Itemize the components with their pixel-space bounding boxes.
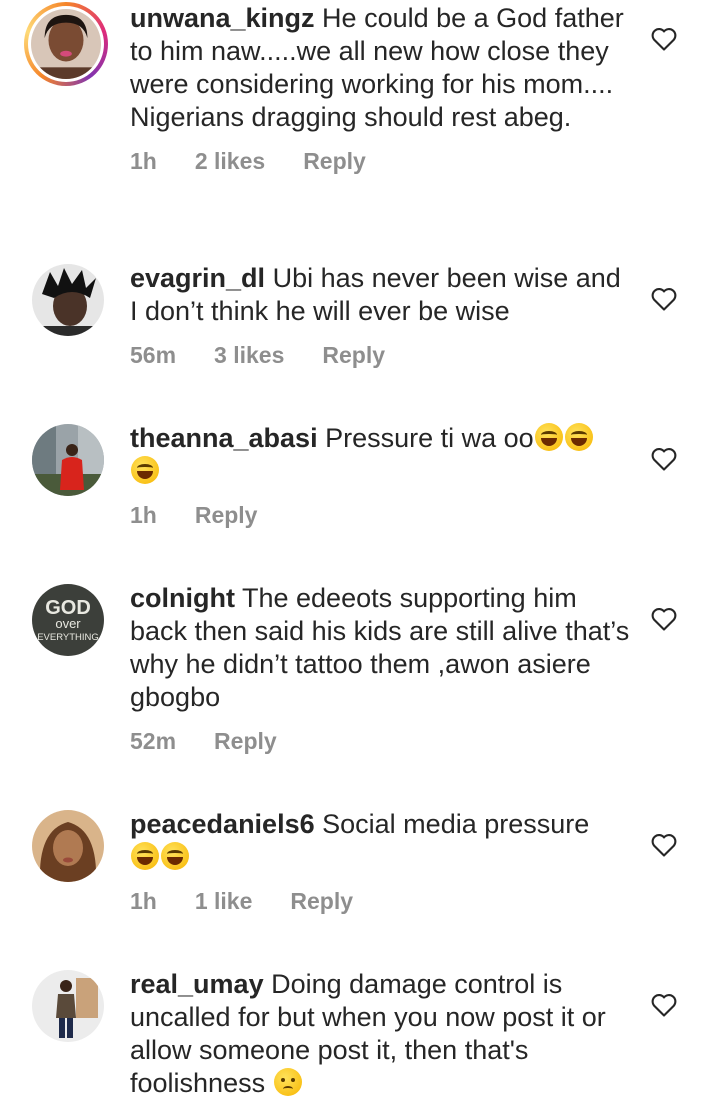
crying-emoji-icon xyxy=(273,1068,302,1096)
avatar-photo xyxy=(32,970,104,1042)
laughing-tears-emoji-icon xyxy=(161,842,189,870)
comment-text: real_umay Doing damage control is uncall… xyxy=(130,968,630,1100)
username[interactable]: real_umay xyxy=(130,969,264,999)
avatar-photo xyxy=(32,424,104,496)
avatar[interactable] xyxy=(24,2,108,86)
comment-text: colnight The edeeots supporting him back… xyxy=(130,582,630,714)
comment-body: Pressure ti wa oo xyxy=(325,423,534,453)
comment-meta: 1h 1 like Reply xyxy=(130,888,630,916)
reply-button[interactable]: Reply xyxy=(214,728,277,755)
reply-button[interactable]: Reply xyxy=(322,342,385,369)
avatar[interactable] xyxy=(32,424,104,496)
avatar-photo: GOD over EVERYTHING xyxy=(32,584,104,656)
comment-meta: 1h Reply xyxy=(130,502,630,530)
laughing-tears-emoji-icon xyxy=(534,423,563,451)
timestamp: 1h xyxy=(130,148,157,174)
likes-count[interactable]: 3 likes xyxy=(214,342,284,369)
laughing-tears-emoji-icon xyxy=(564,423,593,451)
laughing-tears-emoji-icon xyxy=(131,842,159,870)
username[interactable]: unwana_kingz xyxy=(130,3,315,33)
comment-text: theanna_abasi Pressure ti wa oo xyxy=(130,422,630,488)
comment-list: unwana_kingz He could be a God father to… xyxy=(0,0,720,1105)
username[interactable]: peacedaniels6 xyxy=(130,809,315,839)
username[interactable]: theanna_abasi xyxy=(130,423,318,453)
comment-text: peacedaniels6 Social media pressure xyxy=(130,808,630,874)
likes-count[interactable]: 1 like xyxy=(195,888,253,915)
reply-button[interactable]: Reply xyxy=(290,888,353,915)
comment-text: unwana_kingz He could be a God father to… xyxy=(130,2,630,134)
heart-outline-icon[interactable] xyxy=(650,286,678,312)
timestamp: 56m xyxy=(130,342,177,368)
heart-outline-icon[interactable] xyxy=(650,832,678,858)
avatar[interactable] xyxy=(32,810,104,882)
heart-outline-icon[interactable] xyxy=(650,446,678,472)
laughing-tears-emoji-icon xyxy=(131,456,159,484)
timestamp: 1h xyxy=(130,888,157,914)
avatar[interactable] xyxy=(32,970,104,1042)
likes-count[interactable]: 2 likes xyxy=(195,148,265,175)
timestamp: 52m xyxy=(130,728,177,754)
heart-outline-icon[interactable] xyxy=(650,26,678,52)
comment-meta: 56m 3 likes Reply xyxy=(130,342,630,370)
avatar-text-everything: EVERYTHING xyxy=(37,632,99,643)
avatar-photo xyxy=(32,264,104,336)
avatar-text-over: over xyxy=(55,616,81,631)
reply-button[interactable]: Reply xyxy=(195,502,258,529)
comment-meta: 52m Reply xyxy=(130,728,630,756)
heart-outline-icon[interactable] xyxy=(650,992,678,1018)
comment-text: evagrin_dl Ubi has never been wise and I… xyxy=(130,262,630,328)
reply-button[interactable]: Reply xyxy=(303,148,366,175)
avatar[interactable]: GOD over EVERYTHING xyxy=(32,584,104,656)
comment-meta: 1h 2 likes Reply xyxy=(130,148,630,176)
username[interactable]: evagrin_dl xyxy=(130,263,265,293)
avatar[interactable] xyxy=(32,264,104,336)
timestamp: 1h xyxy=(130,502,157,528)
avatar-photo xyxy=(32,810,104,882)
avatar-photo xyxy=(31,9,101,79)
username[interactable]: colnight xyxy=(130,583,235,613)
comment-body: Social media pressure xyxy=(322,809,590,839)
heart-outline-icon[interactable] xyxy=(650,606,678,632)
